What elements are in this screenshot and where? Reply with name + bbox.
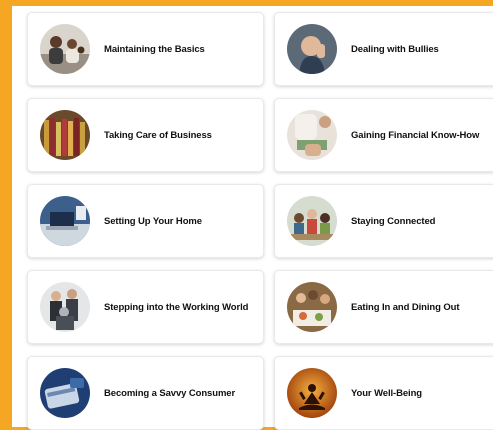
topic-card-eating-in-and-dining-out[interactable]: Eating In and Dining Out: [274, 270, 493, 344]
laptop-desk-photo: [40, 196, 90, 246]
business-people-photo: [40, 282, 90, 332]
topic-card-your-well-being[interactable]: Your Well-Being: [274, 356, 493, 430]
topic-card-maintaining-the-basics[interactable]: Maintaining the Basics: [27, 12, 264, 86]
meditation-silhouette-photo: [287, 368, 337, 418]
topic-label: Eating In and Dining Out: [351, 301, 460, 313]
counting-money-photo: [287, 110, 337, 160]
group-of-friends-photo: [287, 196, 337, 246]
topic-card-stepping-into-the-working-world[interactable]: Stepping into the Working World: [27, 270, 264, 344]
topic-label: Gaining Financial Know-How: [351, 129, 480, 141]
credit-card-photo: [40, 368, 90, 418]
topic-card-gaining-financial-know-how[interactable]: Gaining Financial Know-How: [274, 98, 493, 172]
topic-card-dealing-with-bullies[interactable]: Dealing with Bullies: [274, 12, 493, 86]
family-on-couch-photo: [40, 24, 90, 74]
topic-label: Dealing with Bullies: [351, 43, 439, 55]
topics-panel: Maintaining the Basics Dealing with Bull…: [12, 6, 493, 430]
upset-boy-photo: [287, 24, 337, 74]
topic-card-setting-up-your-home[interactable]: Setting Up Your Home: [27, 184, 264, 258]
family-dinner-photo: [287, 282, 337, 332]
topic-label: Taking Care of Business: [104, 129, 212, 141]
file-folders-photo: [40, 110, 90, 160]
topic-card-staying-connected[interactable]: Staying Connected: [274, 184, 493, 258]
topic-label: Staying Connected: [351, 215, 436, 227]
topic-label: Your Well-Being: [351, 387, 422, 399]
topic-label: Maintaining the Basics: [104, 43, 205, 55]
topic-label: Becoming a Savvy Consumer: [104, 387, 236, 399]
topic-label: Setting Up Your Home: [104, 215, 202, 227]
topic-label: Stepping into the Working World: [104, 301, 249, 313]
topic-card-taking-care-of-business[interactable]: Taking Care of Business: [27, 98, 264, 172]
topic-card-becoming-a-savvy-consumer[interactable]: Becoming a Savvy Consumer: [27, 356, 264, 430]
